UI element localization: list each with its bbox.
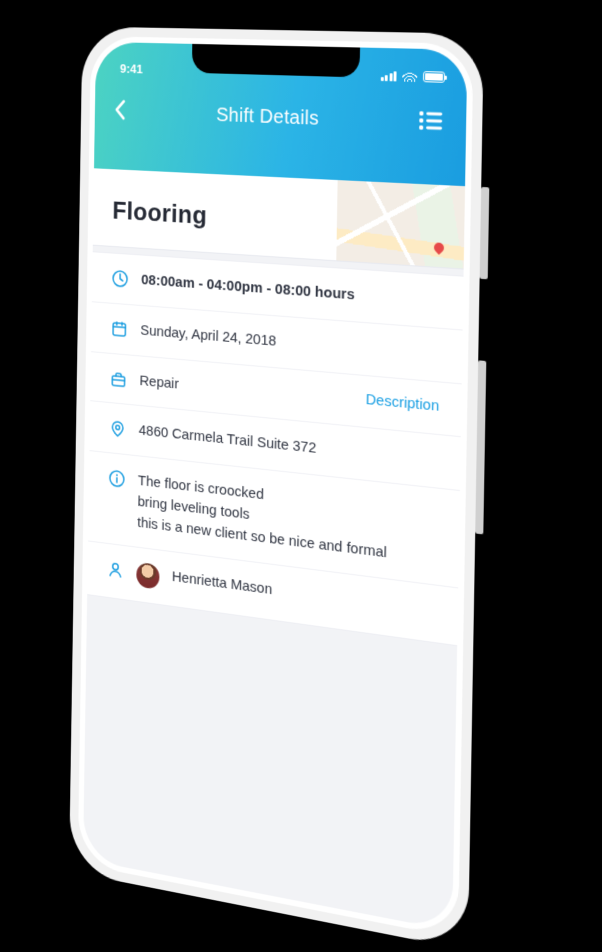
menu-button[interactable] bbox=[416, 109, 444, 137]
person-icon bbox=[107, 559, 125, 580]
calendar-icon bbox=[110, 319, 128, 339]
info-icon bbox=[108, 468, 126, 489]
map-pin-icon bbox=[432, 241, 446, 255]
phone-notch bbox=[192, 44, 360, 78]
service-text: Repair bbox=[139, 370, 352, 411]
page-title: Shift Details bbox=[216, 104, 319, 130]
location-icon bbox=[109, 418, 127, 439]
back-button[interactable] bbox=[114, 99, 127, 125]
clock-icon bbox=[111, 269, 129, 289]
phone-side-button bbox=[480, 187, 490, 279]
client-avatar bbox=[136, 562, 159, 590]
battery-icon bbox=[423, 71, 445, 83]
briefcase-icon bbox=[110, 368, 128, 389]
status-time: 9:41 bbox=[120, 61, 143, 76]
time-range-text: 08:00am - 04:00pm - 08:00 hours bbox=[141, 270, 441, 313]
phone-side-button bbox=[475, 360, 486, 534]
details-card: 08:00am - 04:00pm - 08:00 hours Sunday, … bbox=[87, 251, 463, 646]
signal-icon bbox=[380, 69, 396, 80]
map-thumbnail[interactable] bbox=[336, 180, 465, 269]
wifi-icon bbox=[402, 70, 417, 81]
description-link[interactable]: Description bbox=[366, 391, 440, 415]
